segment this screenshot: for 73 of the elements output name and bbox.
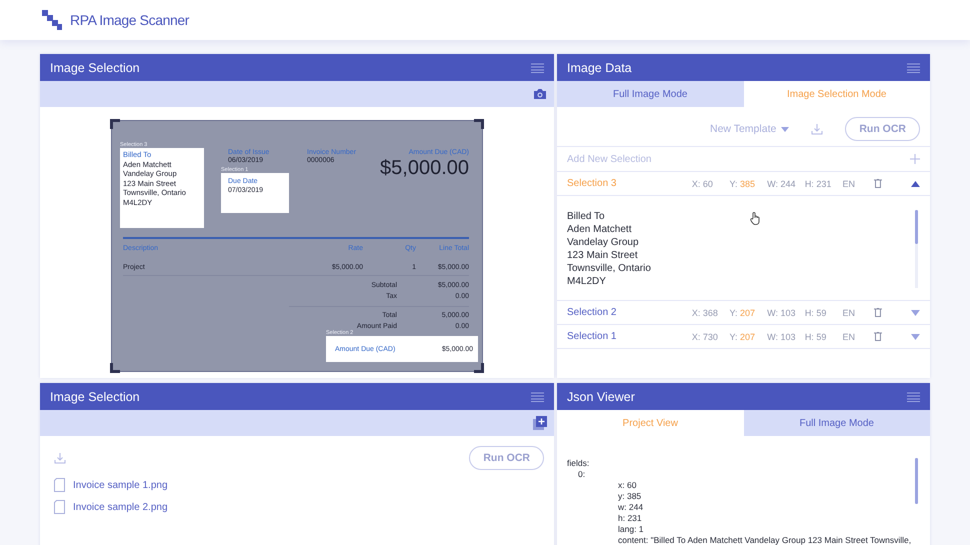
ocr-text-line: Aden Matchett — [567, 223, 632, 236]
hand-cursor-icon — [750, 212, 760, 225]
caret-icon[interactable] — [911, 180, 920, 186]
logo-icon — [42, 10, 62, 30]
file-icon — [54, 500, 65, 514]
app-title: RPA Image Scanner — [70, 12, 190, 28]
file-link[interactable]: Invoice sample 2.png — [73, 502, 168, 512]
ocr-text-line: Townsville, Ontario — [567, 262, 651, 275]
crop-handle-icon[interactable] — [110, 363, 120, 373]
panel-title: Image Selection — [50, 60, 140, 74]
ocr-text-line: Vandelay Group — [567, 236, 640, 249]
download-icon[interactable] — [811, 123, 824, 135]
template-dropdown[interactable]: New Template — [710, 123, 790, 135]
selection-name: Selection 3 — [567, 178, 618, 189]
coordinate-text: Y: 207 — [730, 332, 756, 342]
json-line: fields: — [567, 458, 590, 469]
run-ocr-button[interactable]: Run OCR — [469, 446, 544, 470]
language-text: EN — [842, 332, 856, 342]
json-line: 0: — [577, 469, 586, 480]
coordinate-text: W: 103 — [767, 332, 797, 342]
coordinate-text: X: 730 — [692, 332, 719, 342]
panel-title: Image Data — [567, 60, 632, 74]
coordinate-text: H: 59 — [804, 332, 828, 342]
ocr-text-line: M4L2DY — [567, 275, 607, 288]
selection-row[interactable]: Selection 3 X: 60 Y: 385 W: 244 H: 231 EN — [557, 172, 930, 196]
panel-title: Json Viewer — [567, 390, 635, 404]
coordinate-text: X: 60 — [692, 178, 714, 188]
trash-icon[interactable] — [874, 179, 882, 188]
trash-icon[interactable] — [874, 332, 882, 341]
file-icon — [54, 478, 65, 492]
selection-row[interactable]: Selection 2 X: 368 Y: 207 W: 103 H: 59 EN — [557, 301, 930, 325]
trash-icon[interactable] — [874, 308, 882, 317]
json-line: content: "Billed To Aden Matchett Vandelay Group 123 Main Street Townsville, — [617, 535, 912, 545]
download-icon[interactable] — [54, 452, 66, 464]
plus-icon[interactable] — [910, 154, 920, 164]
scrollbar[interactable] — [915, 210, 918, 288]
json-line: x: 60 — [617, 480, 638, 491]
selection-name: Selection 2 — [567, 307, 618, 318]
coordinate-text: Y: 385 — [730, 178, 756, 188]
add-copy-icon[interactable] — [533, 416, 547, 430]
selection-name: Selection 1 — [567, 331, 618, 342]
scrollbar[interactable] — [915, 458, 918, 504]
selection-row[interactable]: Selection 1 X: 730 Y: 207 W: 103 H: 59 EN — [557, 325, 930, 349]
json-line: lang: 1 — [617, 524, 645, 535]
language-text: EN — [842, 308, 856, 318]
coordinate-text: H: 231 — [804, 178, 832, 188]
ocr-text-line: Billed To — [567, 210, 606, 223]
coordinate-text: Y: 207 — [730, 308, 756, 318]
menu-icon[interactable] — [531, 392, 544, 402]
caret-icon — [781, 126, 790, 132]
file-link[interactable]: Invoice sample 1.png — [73, 480, 168, 490]
coordinate-text: H: 59 — [804, 308, 828, 318]
camera-icon[interactable] — [533, 88, 547, 100]
ocr-text-line: 123 Main Street — [567, 249, 639, 262]
crop-handle-icon[interactable] — [474, 363, 484, 373]
panel-title: Image Selection — [50, 390, 140, 404]
crop-handle-icon[interactable] — [110, 119, 120, 129]
amount-value: $5,000.00 — [380, 157, 469, 179]
run-ocr-button[interactable]: Run OCR — [845, 117, 920, 141]
json-line: y: 385 — [617, 491, 642, 502]
coordinate-text: W: 244 — [767, 178, 797, 188]
json-line: h: 231 — [617, 513, 643, 524]
menu-icon[interactable] — [907, 392, 920, 402]
menu-icon[interactable] — [907, 62, 920, 72]
coordinate-text: W: 103 — [767, 308, 797, 318]
menu-icon[interactable] — [531, 62, 544, 72]
tab[interactable]: Full Image Mode — [557, 81, 744, 107]
json-line: w: 244 — [617, 502, 644, 513]
coordinate-text: X: 368 — [692, 308, 719, 318]
tab[interactable]: Full Image Mode — [744, 410, 930, 436]
crop-handle-icon[interactable] — [474, 119, 484, 129]
language-text: EN — [842, 178, 856, 188]
add-selection-label: Add New Selection — [567, 154, 652, 164]
